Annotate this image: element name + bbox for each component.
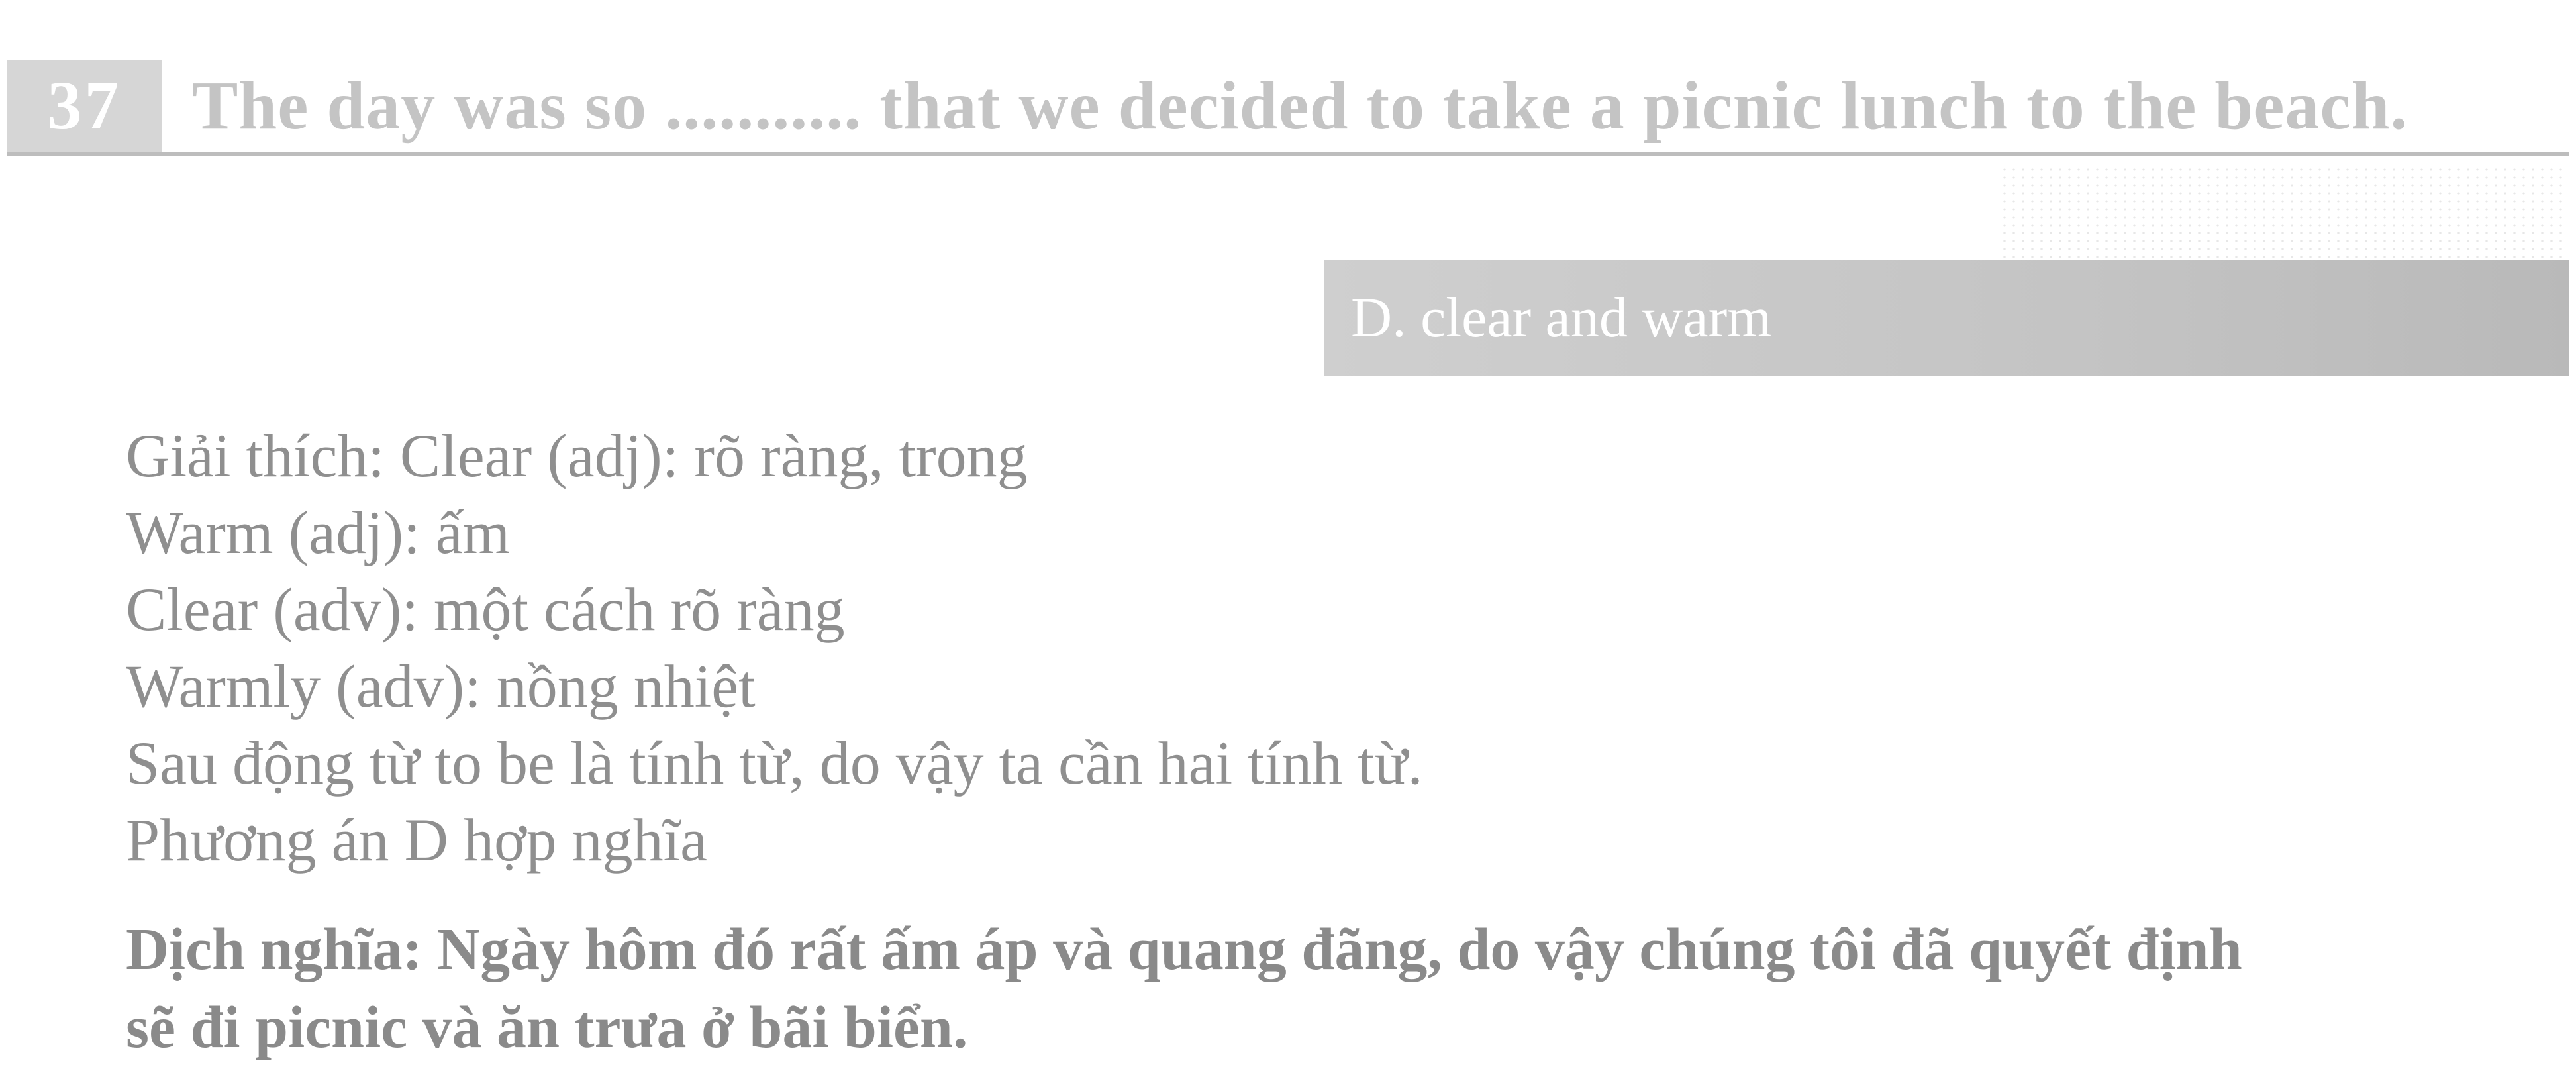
question-header: 37 The day was so ........... that we de… <box>7 60 2569 156</box>
explanation-line: Warmly (adv): nồng nhiệt <box>126 652 756 720</box>
explanation-block: Giải thích: Clear (adj): rõ ràng, trong … <box>126 417 1423 878</box>
decorative-texture <box>2000 166 2569 265</box>
explanation-line: Sau động từ to be là tính từ, do vậy ta … <box>126 729 1423 797</box>
question-number: 37 <box>7 60 162 152</box>
explanation-line: Clear (adv): một cách rõ ràng <box>126 576 845 643</box>
question-text: The day was so ........... that we decid… <box>192 68 2408 144</box>
answer-label: D. clear and warm <box>1351 285 1772 349</box>
answer-box: D. clear and warm <box>1324 260 2569 376</box>
translation-line: Dịch nghĩa: Ngày hôm đó rất ấm áp và qua… <box>126 917 2242 982</box>
translation-line: sẽ đi picnic và ăn trưa ở bãi biển. <box>126 995 968 1060</box>
explanation-line: Giải thích: Clear (adj): rõ ràng, trong <box>126 422 1028 489</box>
explanation-line: Warm (adj): ấm <box>126 499 511 566</box>
explanation-line: Phương án D hợp nghĩa <box>126 806 707 874</box>
translation-block: Dịch nghĩa: Ngày hôm đó rất ấm áp và qua… <box>126 911 2563 1067</box>
